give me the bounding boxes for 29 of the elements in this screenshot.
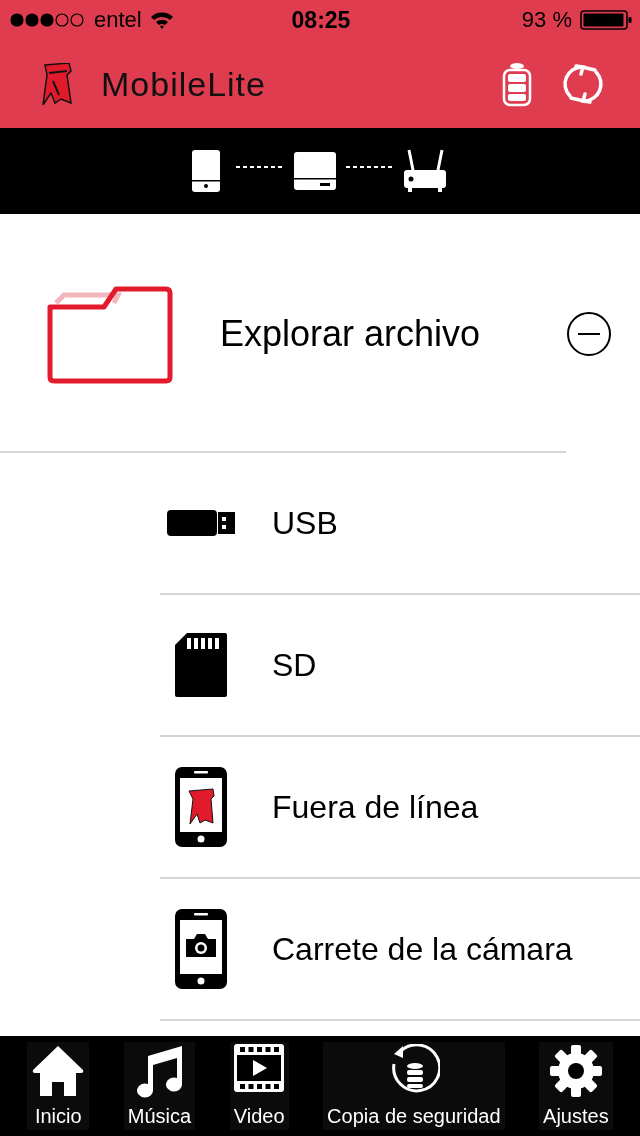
signal-icon	[10, 13, 86, 27]
battery-icon	[580, 10, 632, 30]
carrier-name: entel	[94, 7, 142, 33]
collapse-icon[interactable]	[566, 310, 612, 357]
tab-button[interactable]: Copia de seguridad	[323, 1042, 505, 1130]
logo-icon	[41, 63, 73, 105]
tab-button[interactable]: Ajustes	[539, 1042, 613, 1130]
storage-item[interactable]: USB	[272, 504, 338, 542]
storage-item[interactable]: Fuera de línea	[272, 788, 479, 826]
wifi-icon	[149, 11, 174, 29]
tab-button[interactable]: Video	[229, 1042, 289, 1130]
usb-drive-icon	[167, 510, 235, 536]
phone-icon	[175, 767, 227, 847]
section-title[interactable]: Explorar archivo	[220, 312, 566, 355]
settings-icon	[548, 1044, 603, 1098]
battery-percent: 93 %	[521, 7, 572, 33]
music-note-icon	[134, 1044, 185, 1098]
app-title: MobileLite	[101, 64, 266, 104]
film-play-icon	[234, 1044, 285, 1092]
refresh-icon[interactable]	[562, 62, 604, 106]
phone-camera-icon	[175, 909, 227, 989]
tab-button[interactable]: Música	[123, 1042, 196, 1130]
sd-card-icon	[175, 633, 227, 697]
tab-button[interactable]: Inicio	[27, 1042, 90, 1130]
storage-item[interactable]: SD	[272, 646, 317, 684]
home-icon	[31, 1044, 86, 1096]
storage-item[interactable]: Carrete de la cámara	[272, 930, 573, 968]
battery-icon[interactable]	[502, 61, 532, 107]
clock-time: 08:25	[291, 6, 351, 34]
